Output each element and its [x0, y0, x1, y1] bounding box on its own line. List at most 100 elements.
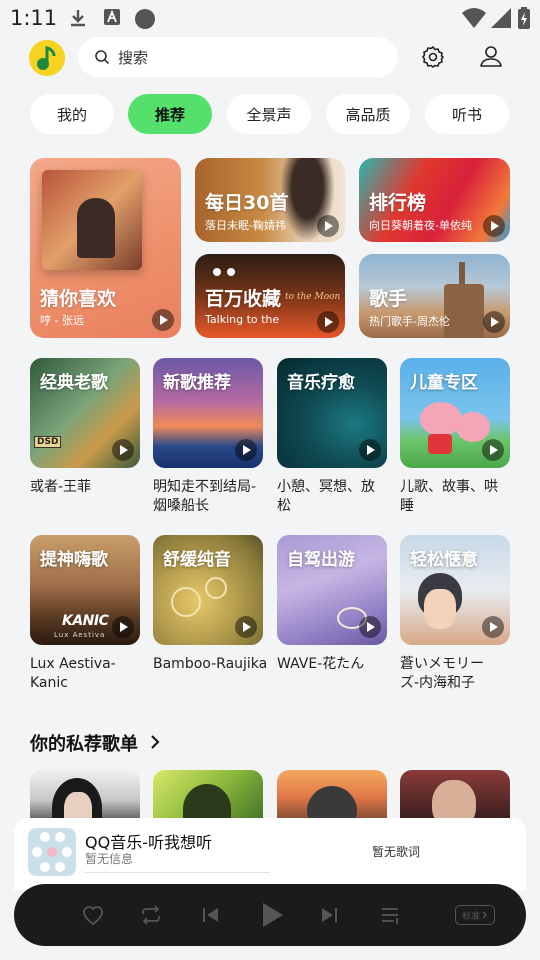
tile-soothing-pure[interactable]: 舒缓纯音	[153, 535, 263, 645]
tile-title: 轻松惬意	[410, 550, 478, 570]
tile-title: 儿童专区	[410, 373, 478, 393]
tile-road-trip[interactable]: 自驾出游	[277, 535, 387, 645]
quality-label: 标准	[461, 911, 480, 922]
play-icon	[490, 445, 498, 455]
play-icon	[160, 315, 168, 325]
play-button[interactable]	[359, 439, 381, 461]
play-button[interactable]	[483, 215, 505, 237]
tile-kids-zone[interactable]: 儿童专区	[400, 358, 510, 468]
settings-gear-icon[interactable]	[421, 45, 445, 69]
play-button[interactable]	[482, 439, 504, 461]
playlist-icon[interactable]	[378, 903, 402, 927]
play-button[interactable]	[112, 616, 134, 638]
album-figure	[77, 198, 115, 258]
card-subtitle: 热门歌手-周杰伦	[369, 315, 450, 328]
app-notification-icon	[104, 9, 120, 25]
tile-relaxed[interactable]: 轻松惬意	[400, 535, 510, 645]
cellular-signal-icon	[491, 8, 511, 28]
tab-label: 推荐	[154, 105, 185, 124]
card-daily-30[interactable]: 每日30首 落日未眠-鞠婧祎	[195, 158, 345, 242]
play-button[interactable]	[317, 215, 339, 237]
mini-player[interactable]: QQ音乐-听我想听 暂无信息 暂无歌词	[14, 818, 526, 890]
heart-icon[interactable]	[81, 903, 105, 927]
card-subtitle: 落日未眠-鞠婧祎	[205, 219, 286, 232]
tile-caption: 蒼いメモリーズ-内海和子	[400, 656, 484, 691]
search-placeholder: 搜索	[118, 49, 149, 67]
card-singer[interactable]: 歌手 热门歌手-周杰伦	[359, 254, 510, 338]
section-title[interactable]: 你的私荐歌单	[30, 730, 138, 756]
tile-caption: 明知走不到结局-烟嗓船长	[153, 479, 257, 514]
tile-energizing-hits[interactable]: 提神嗨歌 KANIC Lux Aestiva	[30, 535, 140, 645]
search-input[interactable]: 搜索	[78, 37, 398, 77]
cover-dot	[47, 847, 57, 857]
tab-audiobook[interactable]: 听书	[425, 94, 509, 134]
circle-notification-icon	[135, 9, 155, 29]
quality-button[interactable]: 标准	[455, 905, 495, 925]
tile-title: 音乐疗愈	[287, 373, 355, 393]
tile-classic-oldies[interactable]: 经典老歌 DSD	[30, 358, 140, 468]
cover-dot	[32, 847, 42, 857]
app-logo[interactable]	[29, 40, 65, 76]
user-profile-icon[interactable]	[479, 44, 503, 68]
tab-surround-sound[interactable]: 全景声	[227, 94, 311, 134]
player-cover-art	[28, 828, 76, 876]
play-icon	[243, 445, 251, 455]
play-button[interactable]	[112, 439, 134, 461]
status-time: 1:11	[10, 6, 58, 30]
tile-caption: WAVE-花たん	[277, 656, 365, 672]
tile-art-circle	[205, 577, 227, 599]
tile-title: 提神嗨歌	[40, 550, 108, 570]
tab-label: 高品质	[345, 105, 391, 124]
player-divider	[85, 872, 270, 873]
card-subtitle: 哼 - 张远	[40, 314, 84, 327]
previous-track-icon[interactable]	[200, 903, 222, 927]
card-art-text: to the Moon	[285, 292, 341, 302]
tab-mine[interactable]: 我的	[30, 94, 114, 134]
tile-art-circle	[171, 587, 201, 617]
player-lyric[interactable]: 暂无歌词	[372, 843, 420, 860]
play-button[interactable]	[235, 616, 257, 638]
card-guess-you-like[interactable]: 猜你喜欢 哼 - 张远	[30, 158, 181, 338]
play-icon	[490, 622, 498, 632]
tile-music-healing[interactable]: 音乐疗愈	[277, 358, 387, 468]
play-icon	[120, 445, 128, 455]
cover-dot	[62, 847, 72, 857]
chevron-right-icon	[482, 911, 487, 919]
cartoon-pig	[456, 412, 490, 442]
play-button[interactable]	[482, 616, 504, 638]
tile-new-songs[interactable]: 新歌推荐	[153, 358, 263, 468]
cover-dot	[55, 862, 65, 872]
chevron-right-icon[interactable]	[148, 734, 162, 750]
card-million-favorites[interactable]: to the Moon 百万收藏 Talking to the	[195, 254, 345, 338]
wifi-icon	[462, 8, 486, 28]
play-icon	[243, 622, 251, 632]
tile-title: 舒缓纯音	[163, 550, 231, 570]
tab-label: 听书	[451, 105, 482, 124]
download-icon	[71, 10, 85, 27]
card-subtitle: Talking to the	[205, 313, 280, 326]
tab-high-quality[interactable]: 高品质	[326, 94, 410, 134]
play-icon[interactable]	[258, 900, 286, 930]
tile-title: 自驾出游	[287, 550, 355, 570]
play-button[interactable]	[359, 616, 381, 638]
card-ranking[interactable]: 排行榜 向日葵朝着夜-单依纯	[359, 158, 510, 242]
tile-caption: 或者-王菲	[30, 479, 92, 495]
play-icon	[325, 221, 333, 231]
next-track-icon[interactable]	[318, 903, 340, 927]
play-icon	[325, 317, 333, 327]
play-button[interactable]	[483, 311, 505, 333]
play-button[interactable]	[152, 309, 174, 331]
status-bar: 1:11	[0, 0, 540, 36]
tile-art-text: KANIC	[62, 613, 109, 629]
play-icon	[120, 622, 128, 632]
repeat-icon[interactable]	[139, 903, 163, 927]
card-subtitle: 向日葵朝着夜-单依纯	[369, 219, 472, 232]
tile-caption: Lux Aestiva-Kanic	[30, 656, 116, 691]
play-button[interactable]	[235, 439, 257, 461]
play-icon	[491, 317, 499, 327]
tab-recommend[interactable]: 推荐	[128, 94, 212, 134]
dot	[213, 268, 221, 276]
music-note-icon	[29, 40, 65, 76]
card-title: 歌手	[369, 288, 408, 310]
play-button[interactable]	[317, 311, 339, 333]
